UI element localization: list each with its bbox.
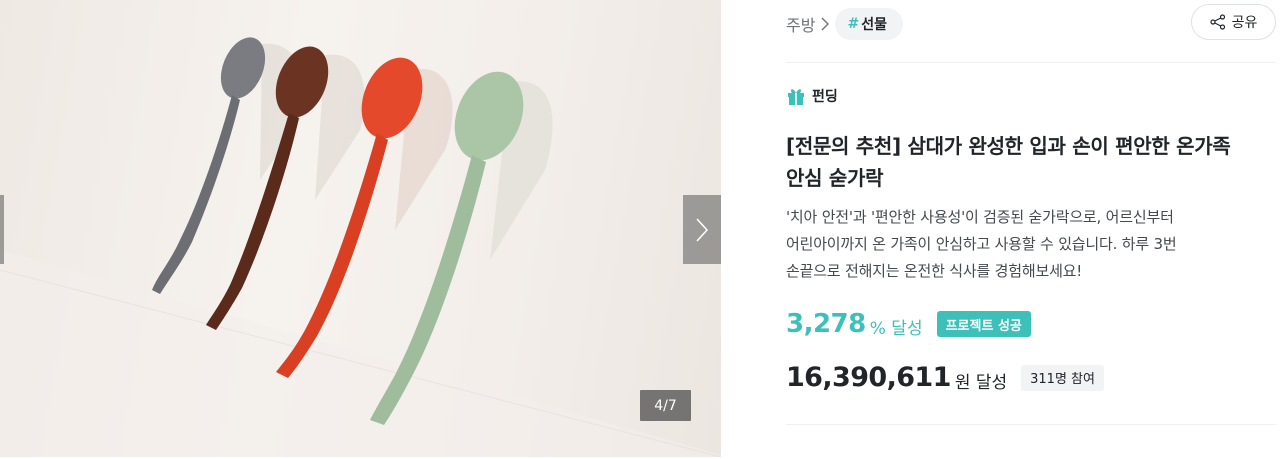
product-image-gallery[interactable]: 4/7 (0, 0, 721, 457)
breadcrumb-category[interactable]: 주방 (786, 12, 815, 36)
breadcrumb: 주방 # 선물 (786, 8, 903, 40)
gift-icon (788, 89, 804, 105)
share-button[interactable]: 공유 (1191, 4, 1276, 40)
achievement-rate-unit: % 달성 (869, 318, 923, 339)
funded-amount-value: 16,390,611 (786, 362, 951, 393)
chevron-right-icon (821, 17, 830, 31)
divider (786, 424, 1276, 425)
description-line: 어린아이까지 온 가족이 안심하고 사용할 수 있습니다. 하루 3번 (786, 235, 1177, 253)
project-description: '치아 안전'과 '편안한 사용성'이 검증된 숟가락으로, 어르신부터 어린아… (786, 204, 1256, 285)
image-counter: 4/7 (640, 390, 691, 421)
gallery-prev-button[interactable] (0, 195, 4, 264)
achievement-rate: 3,278 % 달성 프로젝트 성공 (786, 309, 1031, 339)
share-label: 공유 (1231, 15, 1258, 31)
tag-label: 선물 (861, 17, 887, 33)
divider (786, 62, 1276, 63)
project-type-badge: 펀딩 (786, 86, 838, 106)
description-line: 손끝으로 전해지는 온전한 식사를 경험해보세요! (786, 262, 1083, 280)
project-title-line: 안심 숟가락 (786, 166, 884, 190)
product-photo (0, 37, 721, 457)
description-line: '치아 안전'과 '편안한 사용성'이 검증된 숟가락으로, 어르신부터 (786, 208, 1174, 226)
project-title-line: [전문의 추천] 삼대가 완성한 입과 손이 편안한 온가족 (786, 134, 1231, 158)
chevron-right-icon (696, 217, 709, 242)
funded-amount: 16,390,611 원 달성 311명 참여 (786, 362, 1104, 393)
share-icon (1210, 14, 1225, 30)
project-title: [전문의 추천] 삼대가 완성한 입과 손이 편안한 온가족 안심 숟가락 (786, 130, 1256, 194)
funded-amount-unit: 원 달성 (954, 373, 1008, 393)
achievement-rate-value: 3,278 (786, 309, 866, 339)
project-info-panel: 주방 # 선물 공유 펀딩 [전문의 추천] 삼대가 완성한 입과 손이 편안한… (786, 0, 1280, 459)
project-type-label: 펀딩 (812, 89, 838, 105)
tag-chip[interactable]: # 선물 (835, 8, 903, 40)
gallery-next-button[interactable] (683, 195, 721, 264)
hash-icon: # (847, 16, 860, 32)
status-badge: 프로젝트 성공 (936, 311, 1031, 337)
participants-badge: 311명 참여 (1021, 364, 1104, 391)
